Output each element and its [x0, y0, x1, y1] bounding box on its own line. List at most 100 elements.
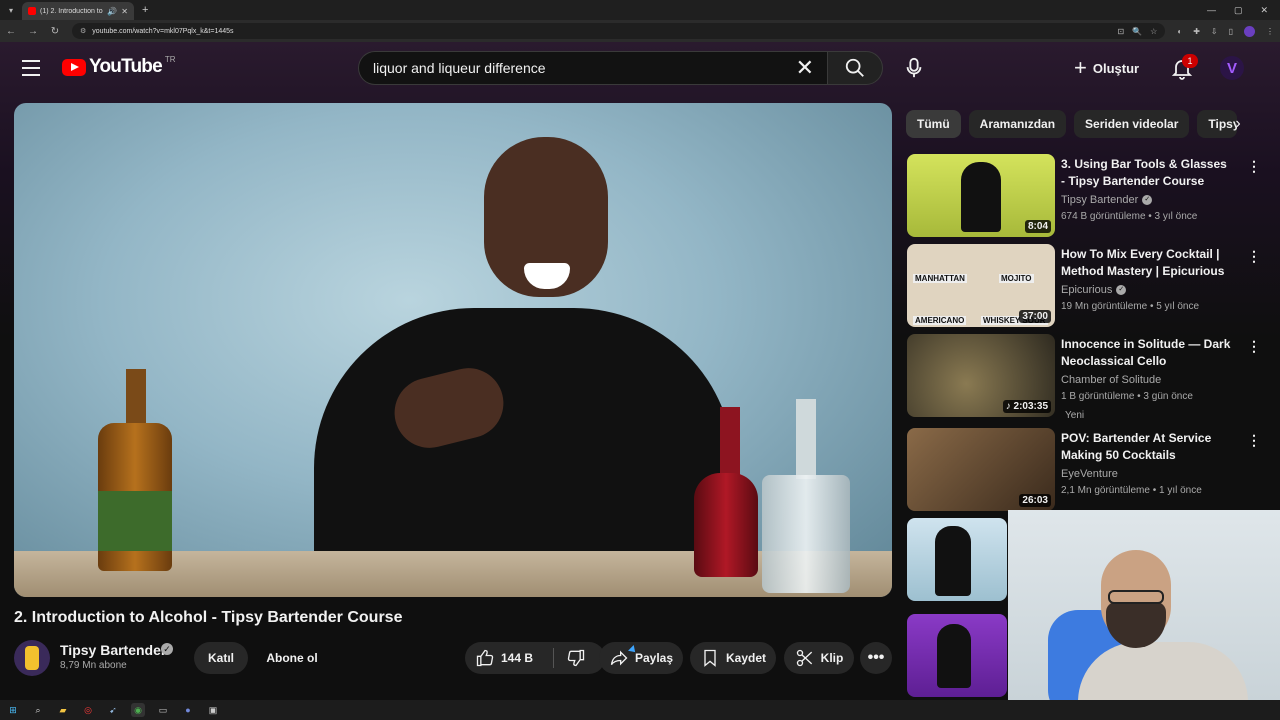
search-input[interactable]: liquor and liqueur difference ✕	[358, 51, 828, 85]
chrome-icon[interactable]: ◉	[131, 703, 145, 717]
like-count[interactable]: 144 B	[501, 651, 533, 665]
channel-name: Chamber of Solitude	[1061, 374, 1162, 386]
install-icon[interactable]: ⊡	[1118, 27, 1125, 36]
discord-icon[interactable]: ●	[181, 703, 195, 717]
join-button[interactable]: Katıl	[194, 642, 248, 674]
scissors-icon	[796, 649, 812, 667]
search-icon[interactable]: ⌕	[31, 703, 45, 717]
chip-all[interactable]: Tümü	[906, 110, 961, 138]
logo-text: YouTube	[89, 56, 163, 77]
create-button[interactable]: + Oluştur	[1074, 55, 1139, 81]
site-info-icon[interactable]: ⚙	[80, 27, 86, 35]
video-thumbnail[interactable]	[907, 518, 1007, 601]
dislike-icon[interactable]	[566, 648, 586, 668]
video-thumbnail[interactable]: 26:03	[907, 428, 1055, 511]
new-tab-icon[interactable]: +	[142, 4, 148, 16]
bookmark-icon	[704, 649, 716, 667]
hamburger-menu-icon[interactable]	[22, 58, 40, 78]
zoom-icon[interactable]: 🔍	[1132, 27, 1142, 36]
recommendation-item[interactable]	[907, 614, 1007, 698]
recommendation-item[interactable]: MANHATTAN MOJITO AMERICANO WHISKEY SOUR …	[907, 244, 1261, 328]
os-taskbar: ⊞ ⌕ ▰ ◎ ➹ ◉ ▭ ● ▣	[0, 700, 1280, 720]
channel-name: EyeVenture	[1061, 468, 1118, 480]
video-meta: 19 Mn görüntüleme • 5 yıl önce	[1061, 301, 1200, 312]
puzzle-icon[interactable]: ✚	[1193, 27, 1200, 36]
chip-from-series[interactable]: Seriden videolar	[1074, 110, 1190, 138]
divider	[553, 648, 555, 668]
clip-button[interactable]: Klip	[784, 642, 854, 674]
recommendation-item[interactable]: ♪ 2:03:35 Innocence in Solitude — Dark N…	[907, 334, 1261, 421]
speaker-icon[interactable]: 🔊	[107, 7, 117, 16]
video-frame-bottle	[762, 475, 850, 593]
video-player[interactable]	[14, 103, 892, 597]
app-icon[interactable]: ▣	[206, 703, 220, 717]
more-vertical-icon[interactable]: ⋮	[1247, 432, 1261, 449]
forward-icon[interactable]: →	[28, 26, 38, 37]
file-explorer-icon[interactable]: ▰	[56, 703, 70, 717]
steam-icon[interactable]: ➹	[106, 703, 120, 717]
video-thumbnail[interactable]	[907, 614, 1007, 697]
reload-icon[interactable]: ↻	[50, 26, 60, 37]
save-button[interactable]: Kaydet	[690, 642, 776, 674]
window-controls: — ▢ ✕	[1207, 5, 1280, 16]
address-bar[interactable]: ⚙ youtube.com/watch?v=mkl07Pqlx_k&t=1445…	[72, 23, 1166, 39]
browser-tab[interactable]: (1) 2. Introduction to Alcoh 🔊 ✕	[22, 2, 134, 20]
more-vertical-icon[interactable]: ⋮	[1247, 158, 1261, 175]
youtube-logo[interactable]: YouTube TR	[62, 55, 176, 78]
search-query: liquor and liqueur difference	[373, 60, 546, 76]
profile-avatar[interactable]	[1244, 25, 1255, 37]
video-frame-bottle	[694, 473, 758, 577]
opera-icon[interactable]: ◎	[81, 703, 95, 717]
channel-name[interactable]: Tipsy Bartender	[60, 642, 166, 658]
more-actions-button[interactable]: •••	[860, 642, 892, 674]
channel-avatar[interactable]	[14, 640, 50, 676]
windows-start-icon[interactable]: ⊞	[6, 703, 20, 717]
channel-name: Epicurious ✓	[1061, 284, 1127, 296]
voice-search-button[interactable]	[897, 51, 931, 85]
recommendation-item[interactable]: 26:03 POV: Bartender At Service Making 5…	[907, 428, 1261, 512]
back-icon[interactable]: ←	[6, 26, 16, 37]
search-button[interactable]	[827, 51, 883, 85]
video-duration: 8:04	[1024, 220, 1051, 233]
like-icon[interactable]	[475, 648, 495, 668]
maximize-icon[interactable]: ▢	[1234, 5, 1243, 16]
subscribe-button[interactable]: Abone ol	[260, 642, 324, 674]
video-title: Innocence in Solitude — Dark Neoclassica…	[1061, 337, 1231, 368]
downloads-icon[interactable]: ⇩	[1211, 27, 1218, 36]
browser-menu-icon[interactable]: ⋮	[1266, 27, 1274, 36]
close-tab-icon[interactable]: ✕	[121, 7, 128, 16]
thumb-label: AMERICANO	[913, 316, 967, 325]
video-thumbnail[interactable]: MANHATTAN MOJITO AMERICANO WHISKEY SOUR …	[907, 244, 1055, 327]
video-title: 2. Introduction to Alcohol - Tipsy Barte…	[14, 609, 403, 626]
more-horizontal-icon: •••	[867, 649, 885, 666]
chevron-right-icon[interactable]: ›	[1226, 110, 1250, 138]
video-thumbnail[interactable]: ♪ 2:03:35	[907, 334, 1055, 417]
account-avatar[interactable]: V	[1220, 56, 1244, 80]
channel-name: Tipsy Bartender ✓	[1061, 194, 1153, 206]
video-thumbnail[interactable]: 8:04	[907, 154, 1055, 237]
clear-search-icon[interactable]: ✕	[796, 57, 814, 79]
extension-icon[interactable]: ◐	[1177, 27, 1182, 36]
minimize-icon[interactable]: —	[1207, 5, 1216, 16]
more-vertical-icon[interactable]: ⋮	[1247, 248, 1261, 265]
more-vertical-icon[interactable]: ⋮	[1247, 338, 1261, 355]
subscribe-label: Abone ol	[266, 651, 318, 665]
verified-icon: ✓	[161, 643, 173, 655]
chip-from-search[interactable]: Aramanızdan	[968, 110, 1067, 138]
close-window-icon[interactable]: ✕	[1260, 5, 1268, 16]
youtube-favicon-icon	[28, 7, 36, 15]
browser-tab-bar: ▾ (1) 2. Introduction to Alcoh 🔊 ✕ + — ▢…	[0, 0, 1280, 20]
share-button[interactable]: Paylaş	[599, 642, 683, 674]
tab-search-icon[interactable]: ▾	[0, 0, 22, 20]
bookmark-star-icon[interactable]: ☆	[1150, 27, 1157, 36]
video-duration: ♪ 2:03:35	[1002, 400, 1051, 413]
new-badge: Yeni	[1065, 410, 1085, 421]
recommendation-item[interactable]: 8:04 3. Using Bar Tools & Glasses - Tips…	[907, 154, 1261, 238]
join-label: Katıl	[207, 651, 234, 665]
filter-chips: Tümü Aramanızdan Seriden videolar Tipsy	[906, 110, 1246, 140]
youtube-play-icon	[62, 58, 86, 76]
thumb-label: MOJITO	[999, 274, 1034, 283]
recommendation-item[interactable]	[907, 518, 1007, 602]
terminal-icon[interactable]: ▭	[156, 703, 170, 717]
sidebar-icon[interactable]: ▯	[1229, 27, 1233, 36]
